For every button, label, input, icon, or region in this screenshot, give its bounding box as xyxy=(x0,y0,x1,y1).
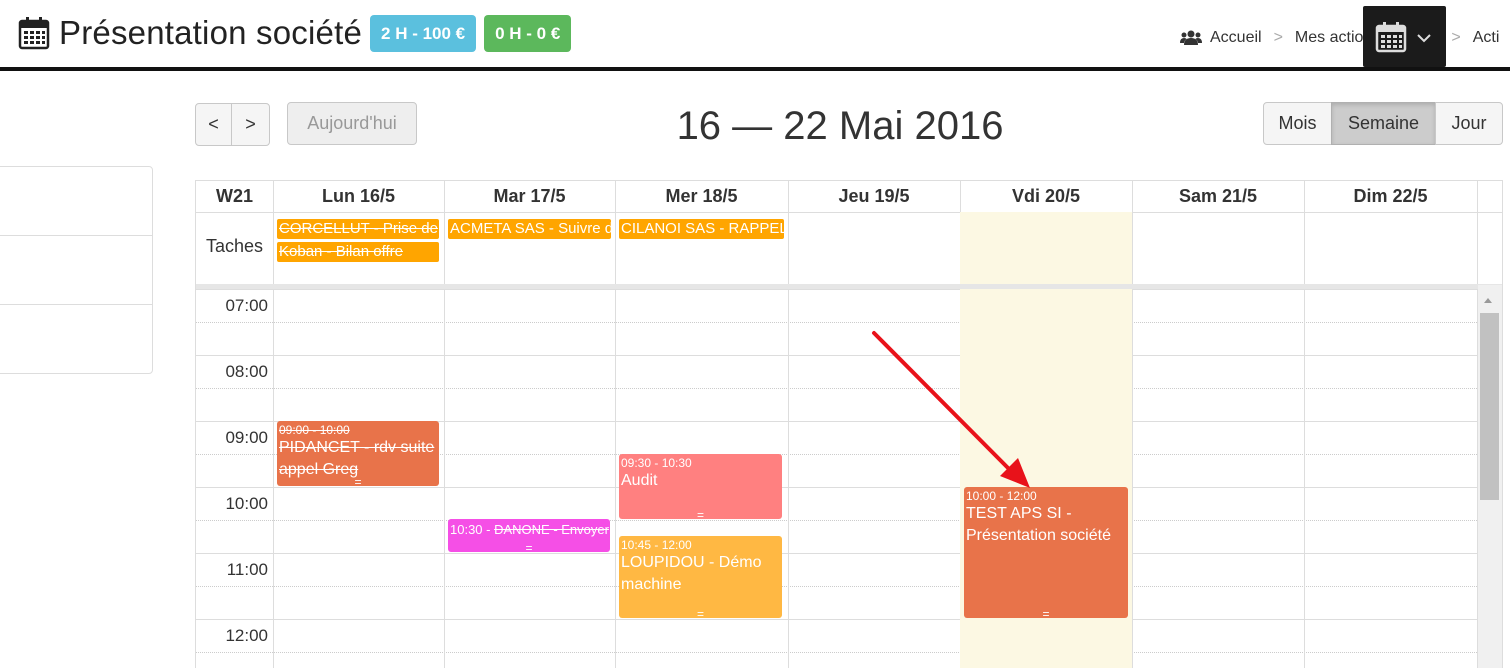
breadcrumb-my-actions[interactable]: Mes actio xyxy=(1295,29,1363,47)
scroll-up-icon[interactable] xyxy=(1481,293,1495,307)
page-header: Présentation société 2 H - 100 € 0 H - 0… xyxy=(0,0,1510,70)
event-resize-handle[interactable]: = xyxy=(448,542,610,552)
calendar-dropdown-button[interactable] xyxy=(1363,6,1446,67)
time-label: 10:00 xyxy=(225,494,268,513)
event-time: 10:30 - xyxy=(450,522,495,537)
calendar-event[interactable]: 09:30 - 10:30 Audit = xyxy=(619,454,782,519)
hour-line xyxy=(196,619,1477,620)
calendar-event-selected[interactable]: 10:00 - 12:00 TEST APS SI - Présentation… xyxy=(964,487,1128,618)
time-label: 09:00 xyxy=(225,428,268,447)
calendar-event[interactable]: 10:45 - 12:00 LOUPIDOU - Démo machine = xyxy=(619,536,782,618)
half-hour-line xyxy=(196,388,273,389)
breadcrumb-home[interactable]: Accueil xyxy=(1210,29,1262,47)
breadcrumb-actions[interactable]: Acti xyxy=(1473,29,1500,47)
hour-line xyxy=(196,355,1477,356)
scrollbar-thumb[interactable] xyxy=(1480,313,1499,500)
side-panel-row[interactable] xyxy=(0,236,152,305)
view-month-button[interactable]: Mois xyxy=(1263,102,1332,145)
event-title: DANONE - Envoyer xyxy=(494,522,609,537)
grid-column-line xyxy=(444,181,445,668)
side-panel-row[interactable] xyxy=(0,305,152,374)
day-header-wed[interactable]: Mer 18/5 xyxy=(615,181,788,212)
next-week-button[interactable]: > xyxy=(231,103,270,146)
hour-line xyxy=(196,487,1477,488)
half-hour-line xyxy=(196,520,273,521)
side-panel xyxy=(0,166,153,374)
chevron-down-icon xyxy=(1417,34,1431,43)
grid-column-line xyxy=(1304,181,1305,668)
event-time-title: 10:30 - DANONE - Envoyer xyxy=(450,521,609,538)
half-hour-line xyxy=(196,652,273,653)
grid-column-line xyxy=(273,181,274,668)
half-hour-line xyxy=(196,586,273,587)
half-hour-line xyxy=(273,454,1477,455)
grid-column-line xyxy=(1132,181,1133,668)
calendar-icon xyxy=(1375,22,1407,53)
grid-column-line xyxy=(788,181,789,668)
calendar-event[interactable]: 10:30 - DANONE - Envoyer = xyxy=(448,519,610,552)
view-day-button[interactable]: Jour xyxy=(1435,102,1503,145)
breadcrumb-separator: > xyxy=(1451,29,1461,46)
week-number: W21 xyxy=(215,186,253,206)
task-item[interactable]: CORCELLUT - Prise de xyxy=(277,219,439,239)
day-header-sun[interactable]: Dim 22/5 xyxy=(1304,181,1477,212)
time-label: 07:00 xyxy=(225,296,268,315)
grid-column-line xyxy=(615,181,616,668)
allday-separator xyxy=(196,284,1502,289)
time-label: 11:00 xyxy=(226,560,268,579)
day-header-tue[interactable]: Mar 17/5 xyxy=(444,181,615,212)
half-hour-line xyxy=(196,454,273,455)
event-title: Audit xyxy=(621,472,658,489)
event-time: 09:30 - 10:30 xyxy=(621,456,692,470)
day-header-thu[interactable]: Jeu 19/5 xyxy=(788,181,960,212)
today-button[interactable]: Aujourd'hui xyxy=(287,102,417,145)
event-resize-handle[interactable]: = xyxy=(964,608,1128,618)
event-resize-handle[interactable]: = xyxy=(619,608,782,618)
task-item[interactable]: ACMETA SAS - Suivre d xyxy=(448,219,611,239)
hour-line xyxy=(196,553,1477,554)
calendar-event[interactable]: 09:00 - 10:00 PIDANCET - rdv suite appel… xyxy=(277,421,439,486)
breadcrumb: Accueil > Mes actio s > Acti xyxy=(1180,29,1499,47)
day-header-fri[interactable]: Vdi 20/5 xyxy=(960,181,1132,212)
event-title: LOUPIDOU - Démo machine xyxy=(621,554,762,593)
grid-row-line xyxy=(196,289,1502,290)
users-icon xyxy=(1180,30,1202,45)
event-time: 10:00 - 12:00 xyxy=(966,489,1037,503)
event-title: TEST APS SI - Présentation société xyxy=(966,505,1111,544)
day-header-mon[interactable]: Lun 16/5 xyxy=(273,181,444,212)
side-panel-row[interactable] xyxy=(0,167,152,236)
page-title: Présentation société xyxy=(59,14,363,51)
half-hour-line xyxy=(196,322,273,323)
page-title-group: Présentation société 2 H - 100 € 0 H - 0… xyxy=(18,14,572,52)
event-time: 10:45 - 12:00 xyxy=(621,538,692,552)
half-hour-line xyxy=(273,322,1477,323)
prev-week-button[interactable]: < xyxy=(195,103,232,146)
day-header-sat[interactable]: Sam 21/5 xyxy=(1132,181,1304,212)
grid-row-line xyxy=(196,212,1502,213)
hours-badge-planned: 2 H - 100 € xyxy=(370,14,477,52)
time-label: 12:00 xyxy=(225,626,268,645)
half-hour-line xyxy=(273,586,1477,587)
header-divider xyxy=(0,67,1510,71)
event-resize-handle[interactable]: = xyxy=(277,476,439,486)
calendar-range-title: 16 — 22 Mai 2016 xyxy=(676,104,1004,148)
half-hour-line xyxy=(273,388,1477,389)
event-resize-handle[interactable]: = xyxy=(619,509,782,519)
week-calendar: W21 Lun 16/5 Mar 17/5 Mer 18/5 Jeu 19/5 … xyxy=(195,180,1503,668)
view-week-button[interactable]: Semaine xyxy=(1331,102,1436,145)
half-hour-line xyxy=(273,652,1477,653)
event-time: 09:00 - 10:00 xyxy=(279,423,350,437)
time-label: 08:00 xyxy=(225,362,268,381)
allday-row-label: Taches xyxy=(205,236,264,256)
calendar-icon xyxy=(18,17,50,50)
hours-badge-done: 0 H - 0 € xyxy=(484,14,572,52)
task-item[interactable]: Koban - Bilan offre xyxy=(277,242,439,262)
breadcrumb-separator: > xyxy=(1273,29,1283,46)
task-item[interactable]: CILANOI SAS - RAPPEL xyxy=(619,219,784,239)
